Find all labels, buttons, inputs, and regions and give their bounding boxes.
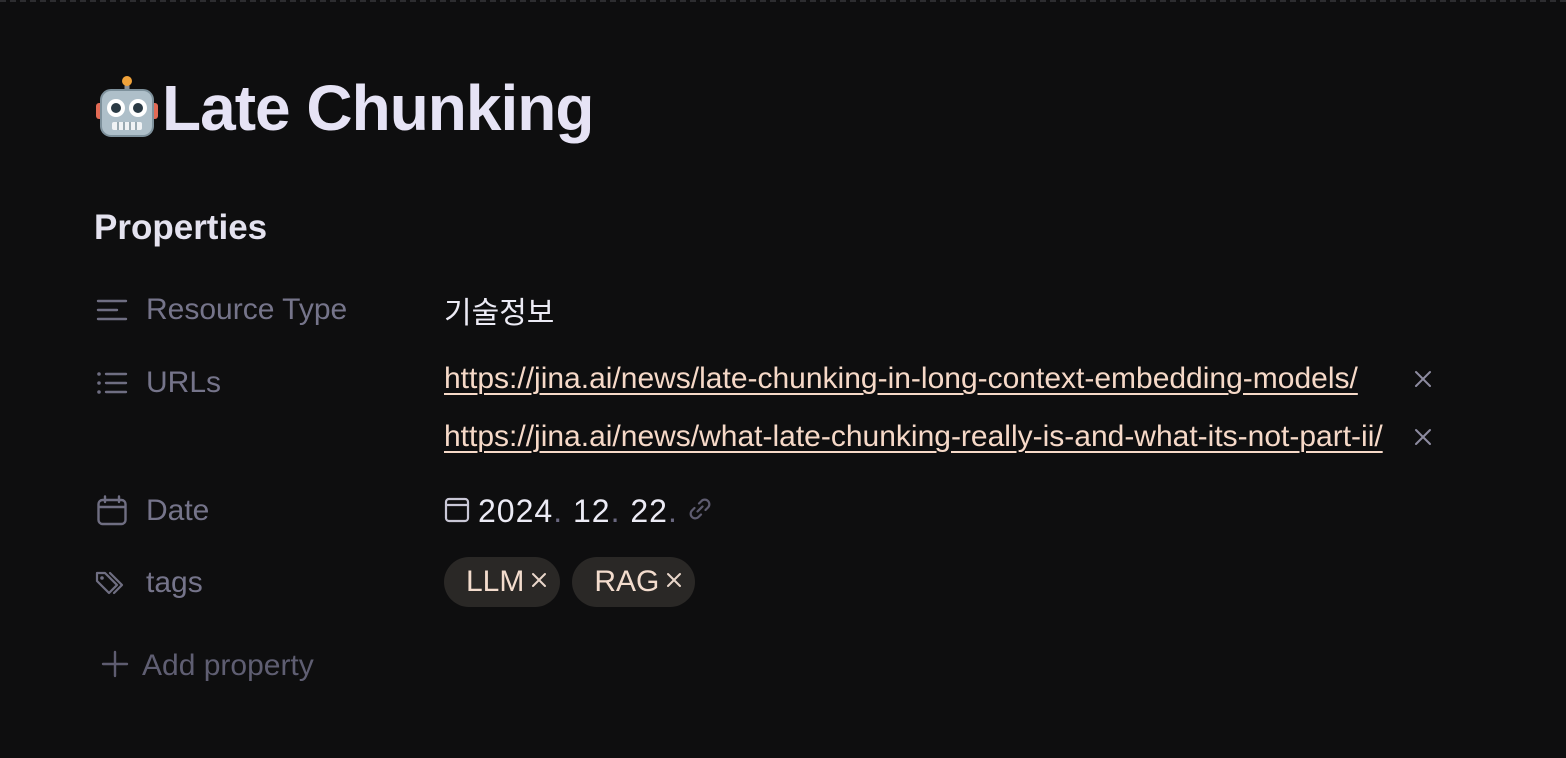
plus-icon — [100, 649, 130, 684]
url-link[interactable]: https://jina.ai/news/late-chunking-in-lo… — [444, 362, 1394, 396]
url-link[interactable]: https://jina.ai/news/what-late-chunking-… — [444, 420, 1394, 454]
remove-tag-icon[interactable] — [665, 571, 683, 594]
date-month: 12 — [572, 492, 611, 529]
tag-chip[interactable]: RAG — [572, 557, 696, 607]
tags-list: LLM RAG — [444, 557, 707, 607]
property-tags: tags — [94, 559, 444, 607]
page-title[interactable]: Late Chunking — [162, 76, 594, 140]
property-label-date[interactable]: Date — [94, 493, 444, 529]
property-label-text: tags — [146, 566, 203, 599]
robot-face-icon[interactable] — [94, 75, 160, 141]
remove-url-icon[interactable] — [1412, 426, 1434, 448]
date-day: 22 — [630, 492, 668, 529]
property-resource-type[interactable]: Resource Type 기술정보 — [94, 286, 554, 334]
property-label-text: Date — [146, 494, 210, 527]
property-urls: URLs — [94, 359, 444, 407]
calendar-icon — [94, 493, 130, 529]
remove-url-icon[interactable] — [1412, 368, 1434, 390]
tag-label: RAG — [594, 565, 660, 598]
list-icon — [94, 365, 130, 401]
add-property-button[interactable]: Add property — [100, 642, 314, 690]
tag-label: LLM — [466, 565, 525, 598]
calendar-small-icon — [444, 495, 470, 528]
url-item: https://jina.ai/news/what-late-chunking-… — [444, 414, 1434, 460]
page-title-row: Late Chunking — [94, 68, 594, 148]
date-separator: . — [553, 492, 564, 529]
add-property-label: Add property — [142, 649, 314, 682]
date-value[interactable]: 2024. 12. 22. — [444, 487, 714, 535]
remove-tag-icon[interactable] — [530, 571, 548, 594]
resource-type-value[interactable]: 기술정보 — [444, 288, 554, 332]
property-label-resource-type[interactable]: Resource Type — [94, 292, 444, 328]
tag-chip[interactable]: LLM — [444, 557, 561, 607]
property-date: Date — [94, 487, 444, 535]
date-text: 2024. 12. 22. — [478, 493, 678, 530]
date-separator: . — [667, 492, 678, 529]
url-item: https://jina.ai/news/late-chunking-in-lo… — [444, 356, 1434, 402]
tags-icon — [94, 565, 130, 601]
property-label-urls[interactable]: URLs — [94, 365, 444, 401]
property-label-tags[interactable]: tags — [94, 565, 444, 601]
property-label-text: URLs — [146, 366, 222, 399]
properties-heading: Properties — [94, 208, 268, 247]
date-separator: . — [610, 492, 621, 529]
date-year: 2024 — [478, 492, 554, 529]
link-icon[interactable] — [686, 495, 714, 528]
top-divider — [0, 0, 1566, 2]
property-label-text: Resource Type — [146, 293, 348, 326]
text-align-icon — [94, 292, 130, 328]
